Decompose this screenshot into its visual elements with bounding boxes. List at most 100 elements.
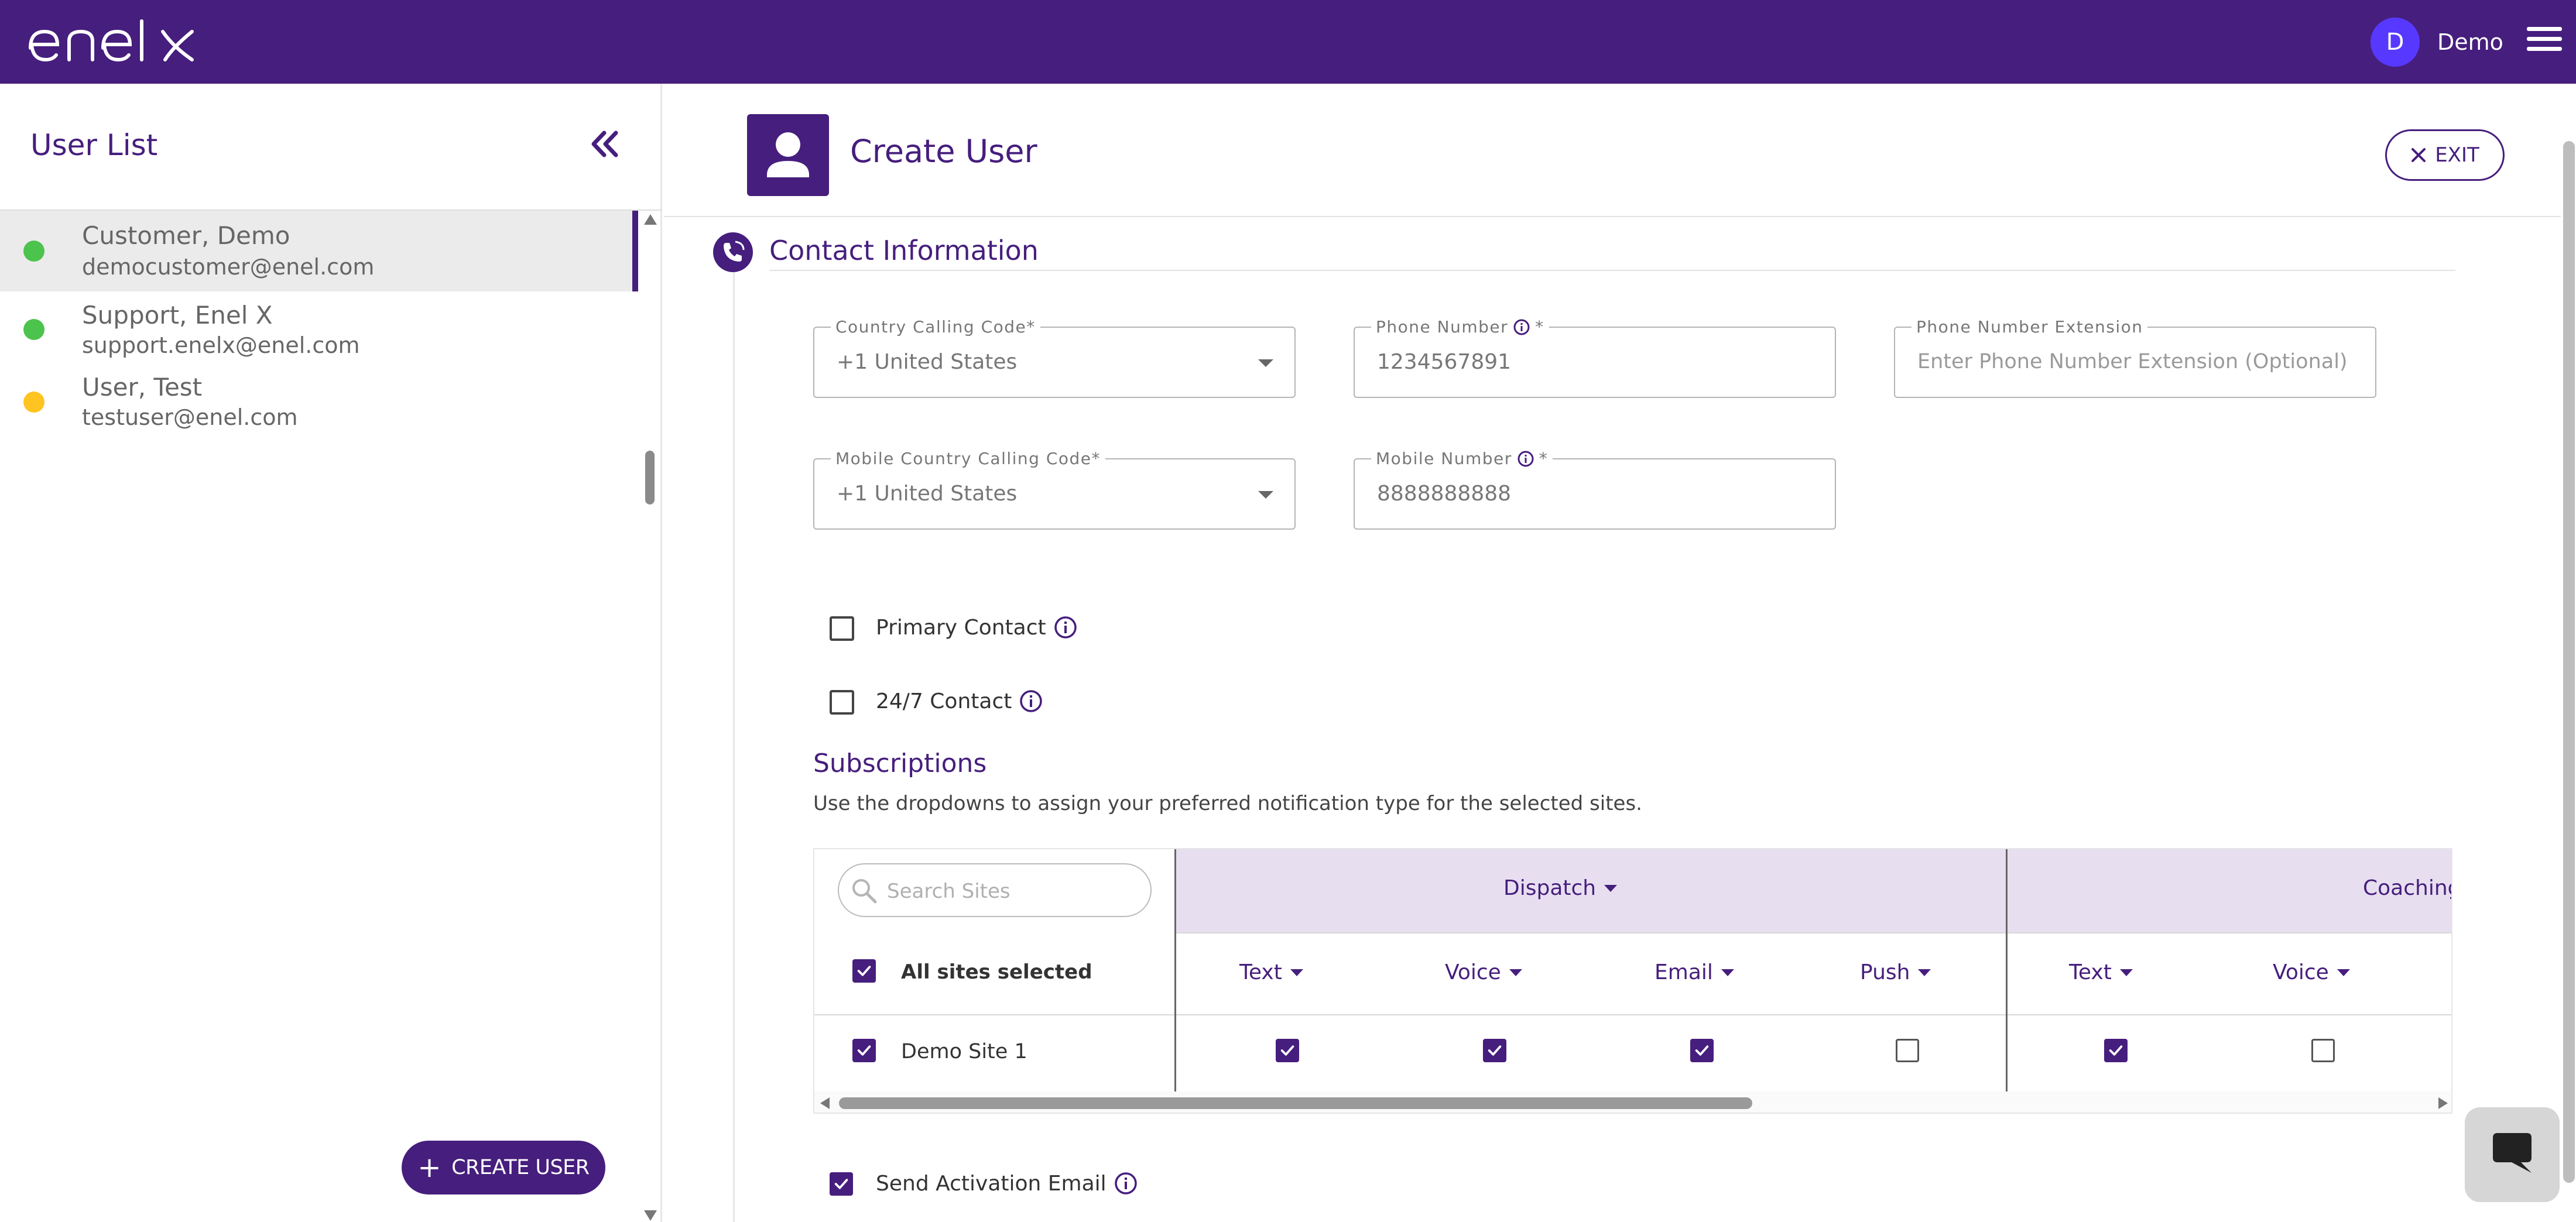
field-value: 1234567891 [1377, 350, 1512, 374]
status-active-icon [23, 241, 44, 262]
exit-button[interactable]: EXIT [2385, 129, 2505, 181]
info-icon[interactable] [1053, 615, 1078, 640]
coaching-voice-checkbox[interactable] [2311, 1039, 2335, 1062]
section-timeline [733, 272, 735, 1222]
phone-extension-field[interactable]: Phone Number Extension Enter Phone Numbe… [1894, 317, 2376, 398]
create-user-button[interactable]: + CREATE USER [402, 1141, 605, 1194]
subscriptions-table: Search Sites Dispatch Coaching All sites… [813, 848, 2452, 1114]
search-placeholder: Search Sites [887, 880, 1010, 903]
site-select-checkbox[interactable] [852, 1039, 876, 1062]
user-name: User, Test [82, 373, 203, 401]
country-calling-code-select[interactable]: Country Calling Code* +1 United States [813, 317, 1296, 398]
dispatch-group-dropdown[interactable]: Dispatch [1503, 876, 1618, 900]
plus-icon: + [417, 1151, 441, 1184]
dispatch-voice-checkbox[interactable] [1483, 1039, 1506, 1062]
search-sites-input[interactable]: Search Sites [838, 863, 1152, 917]
user-email: support.enelx@enel.com [82, 332, 360, 358]
field-label: Phone Number * [1371, 317, 1549, 337]
scrollbar-thumb[interactable] [645, 451, 655, 504]
double-chevron-left-icon[interactable] [590, 131, 619, 157]
dropdown-arrow-icon [1258, 359, 1273, 367]
user-name: Support, Enel X [82, 301, 273, 329]
all-sites-checkbox[interactable] [852, 959, 876, 983]
user-list-title: User List [30, 128, 158, 162]
field-label: Phone Number Extension [1912, 317, 2148, 337]
dispatch-email-checkbox[interactable] [1690, 1039, 1714, 1062]
scrollbar-thumb[interactable] [839, 1097, 1752, 1109]
user-list-item[interactable]: Customer, Demo democustomer@enel.com [0, 211, 638, 291]
page-title: Create User [850, 133, 1037, 170]
dropdown-arrow-icon [1258, 491, 1273, 499]
scroll-down-arrow-icon[interactable] [644, 1210, 657, 1221]
site-name: Demo Site 1 [901, 1040, 1027, 1063]
field-value: +1 United States [837, 482, 1018, 506]
all-sites-label: All sites selected [901, 960, 1092, 984]
status-pending-icon [23, 392, 44, 413]
push-column-dropdown[interactable]: Push [1860, 960, 1931, 984]
primary-contact-label: Primary Contact [876, 615, 1078, 640]
dispatch-push-checkbox[interactable] [1896, 1039, 1919, 1062]
user-list-item[interactable]: Support, Enel X support.enelx@enel.com [0, 291, 638, 372]
user-email: democustomer@enel.com [82, 254, 375, 280]
table-horizontal-scrollbar[interactable] [814, 1091, 2451, 1113]
subscriptions-description: Use the dropdowns to assign your preferr… [813, 792, 1642, 815]
coaching-voice-column-dropdown[interactable]: Voice [2273, 960, 2350, 984]
create-user-label: CREATE USER [451, 1156, 590, 1179]
section-title: Contact Information [769, 235, 1039, 266]
divider [664, 216, 2561, 217]
info-icon[interactable] [1019, 689, 1043, 713]
subscriptions-title: Subscriptions [813, 749, 987, 778]
field-value: +1 United States [837, 350, 1018, 374]
enel-x-logo[interactable] [27, 18, 197, 64]
hamburger-menu-icon[interactable] [2527, 26, 2562, 53]
info-icon[interactable] [1517, 450, 1534, 468]
scroll-left-arrow-icon[interactable] [820, 1097, 830, 1109]
voice-column-dropdown[interactable]: Voice [1445, 960, 1522, 984]
scroll-up-arrow-icon[interactable] [644, 214, 657, 225]
coaching-text-checkbox[interactable] [2104, 1039, 2128, 1062]
user-icon [747, 114, 829, 196]
user-name: Customer, Demo [82, 221, 290, 250]
close-icon [2411, 148, 2426, 162]
user-email: testuser@enel.com [82, 404, 298, 430]
send-activation-email-checkbox[interactable] [830, 1172, 853, 1196]
email-column-dropdown[interactable]: Email [1654, 960, 1734, 984]
send-activation-email-label: Send Activation Email [876, 1171, 1138, 1196]
dispatch-text-checkbox[interactable] [1276, 1039, 1299, 1062]
user-list-item[interactable]: User, Test testuser@enel.com [0, 365, 638, 445]
search-icon [852, 879, 877, 904]
top-bar: D Demo [0, 0, 2576, 84]
caret-down-icon [1509, 969, 1522, 976]
caret-down-icon [2337, 969, 2350, 976]
divider [1174, 849, 1176, 1095]
scroll-right-arrow-icon[interactable] [2438, 1097, 2448, 1109]
caret-down-icon [1290, 969, 1303, 976]
divider [1176, 932, 2451, 933]
contact-24-7-checkbox[interactable] [830, 690, 854, 715]
phone-number-field[interactable]: Phone Number * 1234567891 [1354, 317, 1836, 398]
caret-down-icon [1721, 969, 1734, 976]
mobile-country-calling-code-select[interactable]: Mobile Country Calling Code* +1 United S… [813, 449, 1296, 530]
field-label: Mobile Country Calling Code* [831, 449, 1106, 468]
info-icon[interactable] [1513, 318, 1530, 336]
user-list-scrollbar[interactable] [638, 210, 662, 1222]
page-scrollbar[interactable] [2563, 141, 2575, 1183]
divider [2006, 849, 2008, 1095]
field-placeholder: Enter Phone Number Extension (Optional) [1917, 350, 2348, 373]
coaching-group-dropdown[interactable]: Coaching [2363, 876, 2451, 900]
create-user-panel: Create User EXIT Contact Information Cou… [664, 84, 2576, 1222]
user-name[interactable]: Demo [2437, 28, 2503, 56]
field-label: Country Calling Code* [831, 317, 1040, 337]
coaching-text-column-dropdown[interactable]: Text [2069, 960, 2133, 984]
user-list-panel: User List Customer, Demo democustomer@en… [0, 84, 662, 1222]
mobile-number-field[interactable]: Mobile Number * 8888888888 [1354, 449, 1836, 530]
info-icon[interactable] [1114, 1171, 1138, 1196]
text-column-dropdown[interactable]: Text [1239, 960, 1303, 984]
exit-label: EXIT [2435, 143, 2479, 167]
primary-contact-checkbox[interactable] [830, 616, 854, 641]
avatar[interactable]: D [2371, 18, 2420, 67]
chat-button[interactable] [2465, 1107, 2560, 1202]
caret-down-icon [1604, 884, 1618, 892]
chat-icon [2493, 1133, 2532, 1173]
contact-24-7-label: 24/7 Contact [876, 689, 1043, 713]
